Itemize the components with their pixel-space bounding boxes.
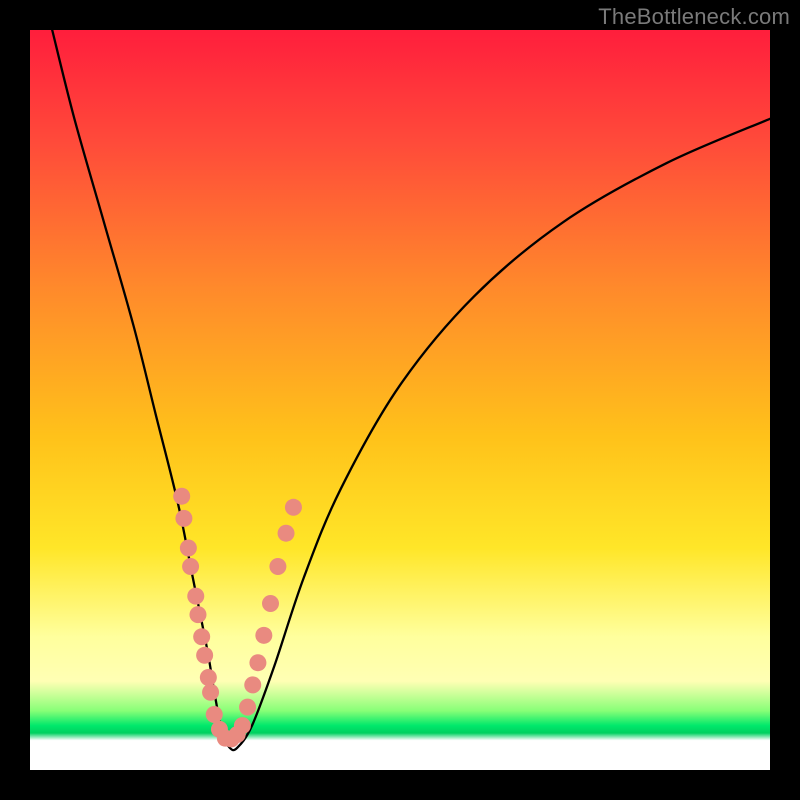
curve-svg (30, 30, 770, 770)
highlight-dot (193, 628, 210, 645)
highlight-dot (196, 647, 213, 664)
chart-frame: TheBottleneck.com (0, 0, 800, 800)
highlight-dot (255, 627, 272, 644)
bottleneck-curve (52, 30, 770, 750)
highlight-dot (175, 510, 192, 527)
plot-area (30, 30, 770, 770)
highlight-dot (234, 717, 251, 734)
highlight-dot (262, 595, 279, 612)
highlight-dot (182, 558, 199, 575)
highlight-dot (244, 676, 261, 693)
highlight-dot (187, 588, 204, 605)
highlight-dot (189, 606, 206, 623)
highlight-dot (202, 684, 219, 701)
watermark-text: TheBottleneck.com (598, 4, 790, 30)
highlight-dot (269, 558, 286, 575)
highlight-dot (173, 488, 190, 505)
highlight-dot (180, 540, 197, 557)
highlight-dot (200, 669, 217, 686)
highlight-dot (249, 654, 266, 671)
highlight-dot (206, 706, 223, 723)
highlight-dot (278, 525, 295, 542)
highlight-dots (173, 488, 302, 748)
highlight-dot (285, 499, 302, 516)
highlight-dot (239, 699, 256, 716)
